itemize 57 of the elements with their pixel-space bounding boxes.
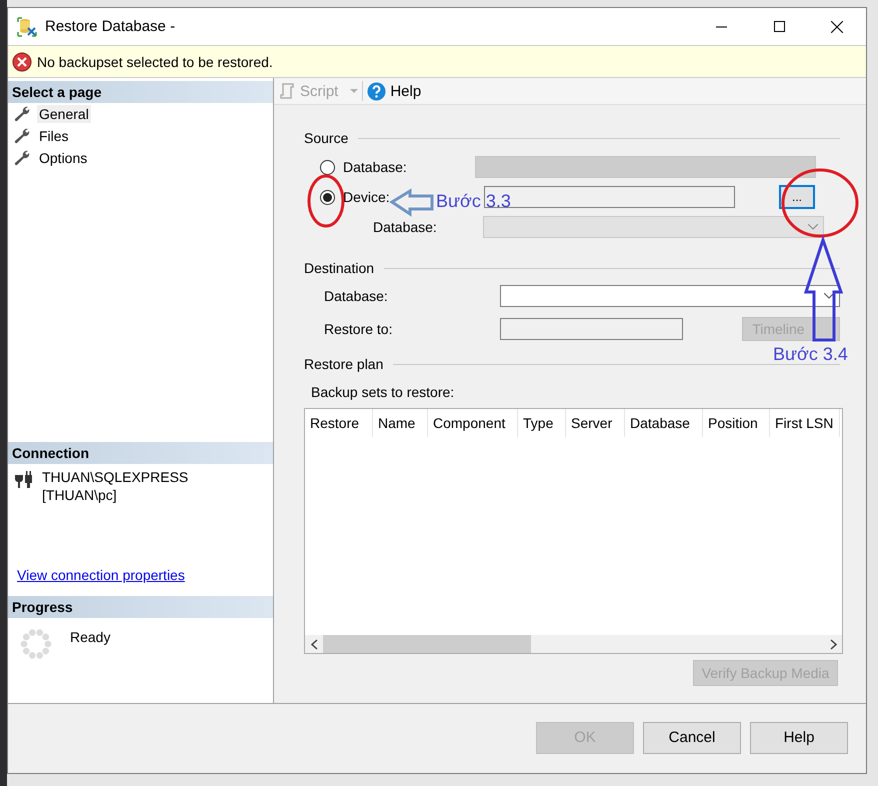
field-label: Database: [372,219,438,235]
caret-icon [350,88,358,94]
browse-button[interactable]: ... [779,185,815,209]
section-header: Progress [8,596,273,618]
step-label: Bước 3.4 [773,343,848,365]
wrench-icon [13,149,31,167]
annotation-circle [308,174,344,228]
database-icon [17,16,37,36]
column-header[interactable]: Name [373,409,428,437]
column-header[interactable]: Component [428,409,518,437]
field-label: Database: [323,288,389,304]
wrench-icon [13,105,31,123]
radio-label: Database: [343,159,407,175]
user-name: [THUAN\pc] [42,487,118,503]
window-title: Restore Database - [45,18,176,35]
close-icon [831,20,843,32]
dialog-button[interactable]: Help [750,722,848,754]
chevron-icon [808,224,818,230]
radio-button[interactable] [320,160,335,174]
group-title: Source [304,130,348,146]
wrench-icon [13,127,31,145]
step-label: Bước 3.3 [436,190,511,212]
page-item[interactable]: Options [37,149,90,167]
column-header[interactable]: Server [566,409,625,437]
maximize-icon [774,21,784,32]
help-icon [367,82,386,100]
restore-to-field[interactable] [500,318,684,340]
scrollbar-thumb[interactable] [323,635,531,653]
column-header[interactable]: Type [518,409,566,437]
scroll-icon [278,82,296,100]
spinner-icon [20,628,52,660]
section-header: Connection [8,442,273,464]
error-icon [12,52,32,72]
column-header[interactable]: Database [625,409,703,437]
error-message: No backupset selected to be restored. [37,54,273,70]
column-header[interactable]: Position [703,409,770,437]
group-title: Destination [304,260,374,276]
help-button[interactable]: Help [367,82,422,100]
column-header[interactable]: First LSN [770,409,840,437]
chevron-icon [824,293,834,299]
server-name: THUAN\SQLEXPRESS [42,469,188,485]
group-title: Restore plan [304,356,384,372]
section-header: Select a page [8,81,273,103]
page-item[interactable]: Files [37,127,71,145]
page-item[interactable]: General [37,105,91,123]
dialog-button[interactable]: Cancel [643,722,741,754]
annotation-arrow [389,188,434,217]
plug-icon [13,471,33,489]
radio-button[interactable] [320,190,335,204]
connection-properties-link[interactable]: View connection properties [17,567,185,583]
device-field[interactable] [484,186,735,208]
field-label: Restore to: [323,321,394,337]
radio-label: Device: [343,189,390,205]
column-header[interactable]: Restore [305,409,373,437]
grid-label: Backup sets to restore: [311,384,456,400]
progress-status: Ready [70,629,110,647]
database-dropdown[interactable] [500,285,840,307]
